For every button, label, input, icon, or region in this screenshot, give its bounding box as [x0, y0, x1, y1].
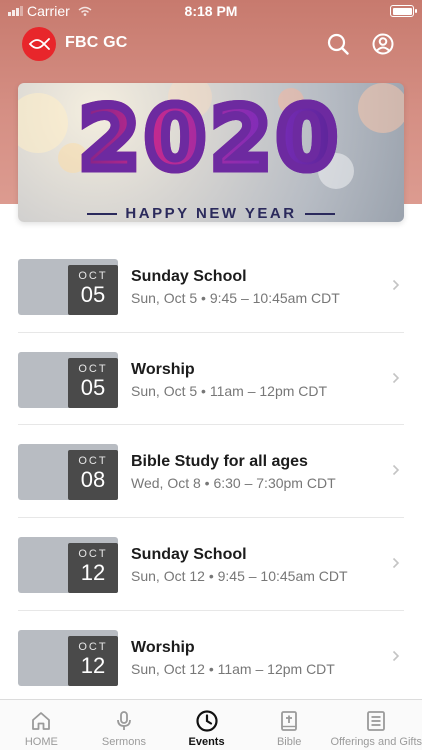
event-day: 08: [80, 467, 106, 493]
event-day: 05: [80, 282, 106, 307]
tab-bible-label: Bible: [276, 736, 302, 748]
event-day: 12: [80, 652, 106, 678]
app-bar: FBC GC: [0, 24, 422, 64]
event-time: Sun, Oct 12 • 11am – 12pm CDT: [131, 660, 335, 677]
event-title: Bible Study for all ages: [131, 453, 308, 471]
event-day: 05: [80, 374, 106, 400]
event-date-badge: OCT 12: [68, 543, 118, 594]
status-bar: Carrier 8:18 PM: [0, 0, 422, 22]
event-month: OCT: [78, 362, 108, 375]
event-month: OCT: [78, 270, 108, 282]
tab-home[interactable]: HOME: [0, 700, 83, 750]
event-time: Wed, Oct 8 • 6:30 – 7:30pm CDT: [131, 475, 336, 492]
events-list: OCT 05 Sunday School Sun, Oct 5 • 9:45 –…: [18, 240, 404, 703]
event-row[interactable]: OCT 08 Bible Study for all ages Wed, Oct…: [18, 425, 404, 519]
event-time: Sun, Oct 12 • 9:45 – 10:45am CDT: [131, 568, 348, 585]
event-title: Sunday School: [131, 268, 247, 285]
status-time: 8:18 PM: [184, 3, 238, 19]
event-time: Sun, Oct 5 • 11am – 12pm CDT: [131, 382, 328, 399]
featured-banner[interactable]: 2020 HAPPY NEW YEAR: [18, 83, 404, 222]
offering-icon: [367, 711, 386, 731]
account-icon: [372, 33, 394, 55]
event-date-badge: OCT 05: [68, 265, 118, 315]
chevron-right-icon: [392, 465, 400, 476]
search-button[interactable]: [325, 31, 351, 57]
event-title: Sunday School: [131, 546, 247, 564]
tab-bar: HOME Sermons Events Bible Offerings and …: [0, 699, 422, 750]
tab-home-label: HOME: [24, 736, 58, 748]
microphone-icon: [117, 711, 131, 730]
battery-icon: [390, 5, 417, 17]
home-icon: [32, 712, 51, 730]
event-row[interactable]: OCT 05 Sunday School Sun, Oct 5 • 9:45 –…: [18, 240, 404, 333]
app-title: FBC GC: [65, 34, 128, 51]
event-row[interactable]: OCT 12 Worship Sun, Oct 12 • 11am – 12pm…: [18, 611, 404, 704]
banner-subtitle-row: HAPPY NEW YEAR: [18, 205, 404, 222]
chevron-right-icon: [392, 372, 400, 383]
event-date-badge: OCT 05: [68, 357, 118, 408]
event-month: OCT: [78, 640, 108, 653]
event-title: Worship: [131, 360, 195, 378]
event-time: Sun, Oct 5 • 9:45 – 10:45am CDT: [131, 290, 340, 306]
event-day: 12: [80, 560, 106, 586]
event-month: OCT: [78, 455, 108, 468]
account-button[interactable]: [370, 31, 396, 57]
event-month: OCT: [78, 548, 108, 561]
event-date-badge: OCT 08: [68, 450, 118, 501]
tab-bible[interactable]: Bible: [248, 700, 331, 750]
fish-icon: [28, 38, 50, 50]
tab-offerings-label: Offerings and Gifts: [330, 736, 422, 748]
event-title: Worship: [131, 638, 195, 656]
bible-icon: [281, 711, 298, 731]
chevron-right-icon: [392, 650, 400, 661]
banner-year: 2020: [18, 85, 404, 194]
event-row[interactable]: OCT 05 Worship Sun, Oct 5 • 11am – 12pm …: [18, 333, 404, 426]
tab-events-label: Events: [188, 736, 225, 748]
event-date-badge: OCT 12: [68, 635, 118, 686]
tab-offerings[interactable]: Offerings and Gifts: [331, 700, 422, 750]
event-row[interactable]: OCT 12 Sunday School Sun, Oct 12 • 9:45 …: [18, 518, 404, 611]
search-icon: [327, 33, 349, 55]
tab-events[interactable]: Events: [165, 700, 248, 750]
chevron-right-icon: [392, 279, 400, 291]
chevron-right-icon: [392, 557, 400, 569]
tab-sermons[interactable]: Sermons: [83, 700, 166, 750]
banner-subtitle: HAPPY NEW YEAR: [125, 205, 297, 222]
church-logo[interactable]: [22, 27, 56, 61]
tab-sermons-label: Sermons: [101, 736, 146, 748]
clock-icon: [195, 710, 218, 732]
